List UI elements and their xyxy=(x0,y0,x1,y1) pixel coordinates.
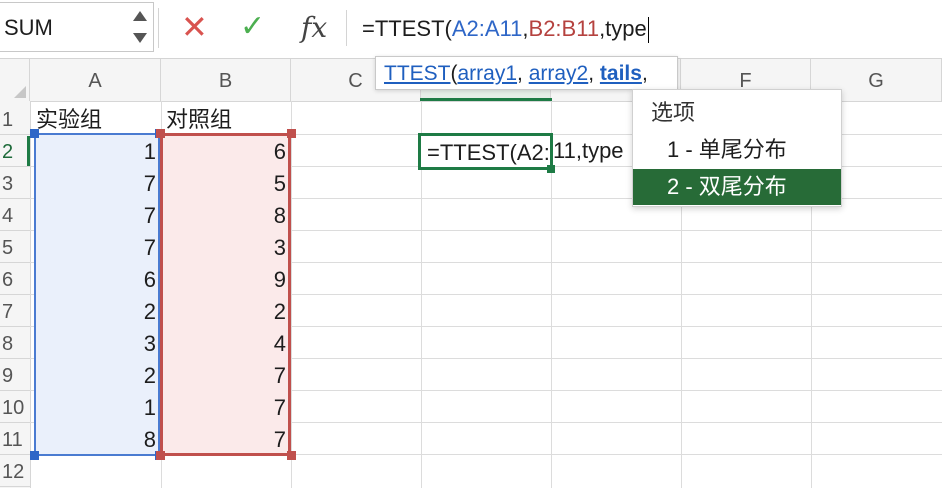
column-header-b[interactable]: B xyxy=(161,59,291,101)
row-header[interactable]: 8 xyxy=(0,327,30,359)
formula-part: =TTEST( xyxy=(362,16,452,41)
formula-bar: SUM ✕ ✓ fx =TTEST(A2:A11,B2:B11,type xyxy=(0,0,942,59)
row-header[interactable]: 5 xyxy=(0,231,30,263)
cell-overflow-text: 11,type xyxy=(553,138,624,163)
chevron-up-icon[interactable] xyxy=(133,11,147,21)
arg-array1-link[interactable]: array1 xyxy=(458,62,518,85)
dropdown-header: 选项 xyxy=(651,100,696,125)
row-header[interactable]: 7 xyxy=(0,295,30,327)
range-b-handle[interactable] xyxy=(156,129,165,138)
fill-handle[interactable] xyxy=(547,165,555,173)
range-b-highlight xyxy=(160,133,291,456)
name-box-value: SUM xyxy=(4,15,53,40)
divider xyxy=(158,8,159,48)
formula-part: ,type xyxy=(599,16,647,41)
dropdown-option-two-tailed[interactable]: 2 - 双尾分布 xyxy=(633,169,841,205)
cancel-icon[interactable]: ✕ xyxy=(181,9,208,45)
row-header[interactable]: 1 xyxy=(0,103,30,135)
range-a-handle[interactable] xyxy=(30,129,39,138)
dropdown-option-one-tailed[interactable]: 1 - 单尾分布 xyxy=(633,132,841,168)
name-box[interactable]: SUM xyxy=(0,2,154,52)
tooltip-punct: , xyxy=(517,62,529,85)
row-header[interactable]: 9 xyxy=(0,359,30,391)
function-signature-tooltip: TTEST(array1, array2, tails, xyxy=(375,56,678,90)
row-header[interactable]: 6 xyxy=(0,263,30,295)
range-b-handle[interactable] xyxy=(287,129,296,138)
formula-ref-b: B2:B11 xyxy=(528,16,600,41)
select-all-corner[interactable] xyxy=(0,59,30,101)
insert-function-icon[interactable]: fx xyxy=(301,10,327,46)
text-caret xyxy=(647,17,649,44)
cell-a1[interactable]: 实验组 xyxy=(36,103,102,135)
argument-options-dropdown: 选项 1 - 单尾分布 2 - 双尾分布 xyxy=(632,89,842,207)
range-a-handle[interactable] xyxy=(30,451,39,460)
cell-b1[interactable]: 对照组 xyxy=(166,103,232,135)
function-name-link[interactable]: TTEST xyxy=(384,62,451,85)
active-cell-editor[interactable]: =TTEST(A2:A11,B2:B11,type xyxy=(418,133,553,170)
tooltip-punct: , xyxy=(588,62,600,85)
select-all-icon xyxy=(14,86,26,98)
arg-tails-link[interactable]: tails xyxy=(600,62,642,85)
formula-ref-a: A2:A11 xyxy=(451,16,523,41)
row-header[interactable]: 11 xyxy=(0,423,30,455)
row-header[interactable]: 2 xyxy=(0,135,30,167)
name-box-stepper-icon[interactable] xyxy=(133,11,147,45)
active-cell-formula: =TTEST(A2:A11,B2:B11,type xyxy=(427,140,550,165)
formula-input[interactable]: =TTEST(A2:A11,B2:B11,type xyxy=(362,14,649,44)
enter-check-icon[interactable]: ✓ xyxy=(240,9,265,45)
range-a-highlight xyxy=(34,133,160,456)
range-b-handle[interactable] xyxy=(287,451,296,460)
tooltip-punct: , xyxy=(641,62,648,85)
divider xyxy=(346,10,347,46)
column-header-a[interactable]: A xyxy=(30,59,161,101)
row-header[interactable]: 12 xyxy=(0,455,30,487)
arg-array2-link[interactable]: array2 xyxy=(529,62,589,85)
tooltip-punct: ( xyxy=(450,62,458,85)
range-b-handle[interactable] xyxy=(156,451,165,460)
row-header[interactable]: 10 xyxy=(0,391,30,423)
row-header[interactable]: 4 xyxy=(0,199,30,231)
chevron-down-icon[interactable] xyxy=(133,33,147,43)
row-header[interactable]: 3 xyxy=(0,167,30,199)
